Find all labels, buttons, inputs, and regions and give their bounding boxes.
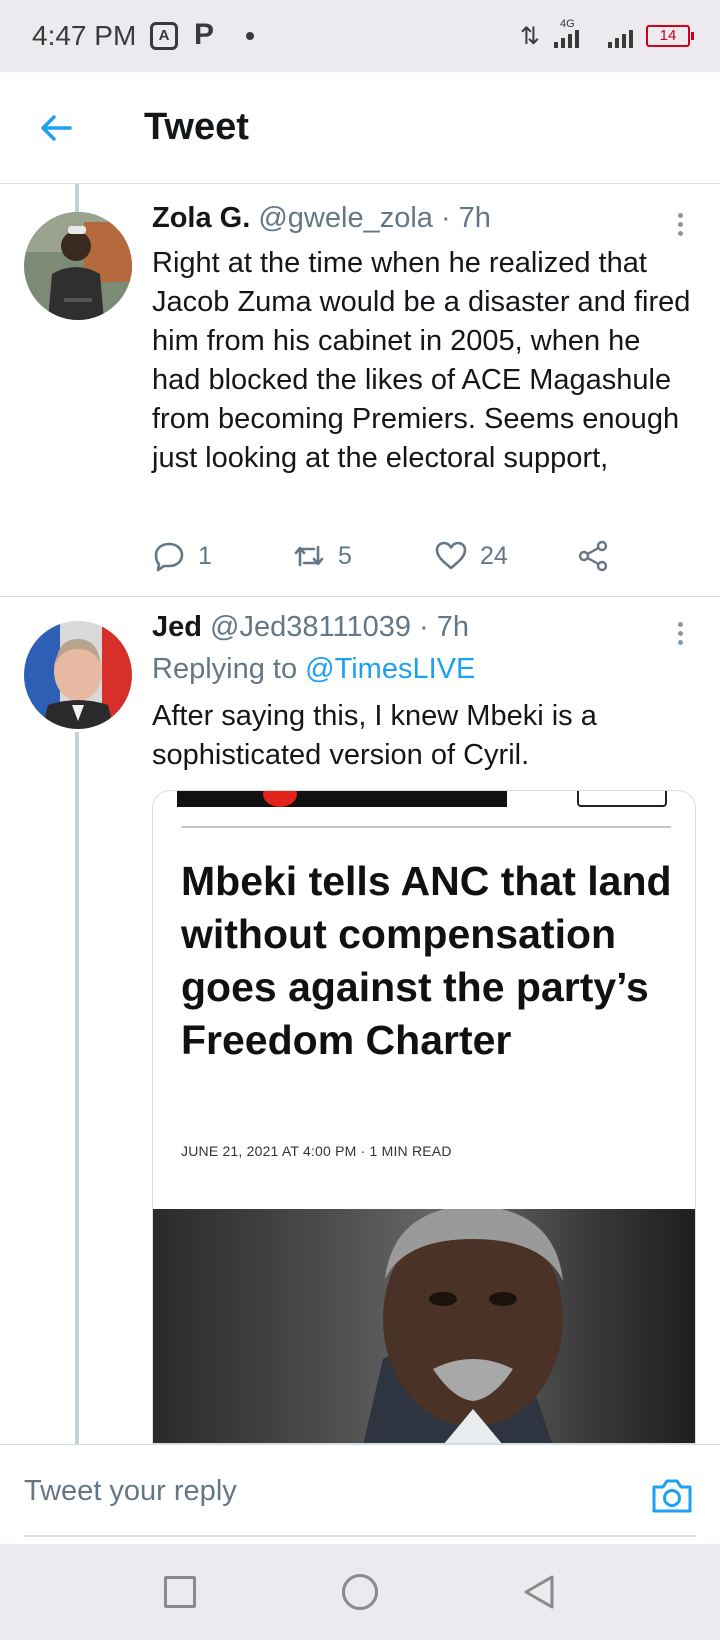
arrow-left-icon [41,115,72,141]
signal-strength-icon [608,22,636,50]
retweet-count: 5 [338,541,352,570]
author-name[interactable]: Jed [152,611,202,643]
tweet-text: Right at the time when he realized that … [152,247,691,474]
notification-app-icon: A [150,22,178,50]
publication-masthead-logo [177,791,507,807]
article-photo [153,1205,695,1443]
recent-apps-icon[interactable] [164,1576,196,1608]
status-time: 4:47 PM [32,20,137,51]
avatar[interactable] [24,621,132,729]
status-right-group: ⇅ 4G 14 [519,18,694,52]
tweet-time: · 7h [440,202,491,234]
tweet-actions: 1 5 24 [152,536,622,576]
replying-to-label: Replying to [152,653,298,685]
tweet-header: Zola G. @gwele_zola · 7h [152,202,491,235]
article-headline: Mbeki tells ANC that land without compen… [181,858,672,1063]
page-title: Tweet [144,106,249,148]
avatar[interactable] [24,212,132,320]
more-options-icon[interactable] [672,210,688,242]
heart-icon [435,541,467,570]
like-count: 24 [480,541,508,570]
replying-to-handle[interactable]: @TimesLIVE [305,653,475,685]
system-nav-bar [0,1544,720,1640]
reply-icon [154,542,184,572]
replying-to: Replying to @TimesLIVE [152,653,475,686]
article-image-card[interactable]: Mbeki tells ANC that land without compen… [152,790,696,1444]
more-notifications-dot-icon [246,32,254,40]
status-bar: 4:47 PM A P ⇅ 4G 14 [0,0,720,72]
tweet-time: · 7h [419,611,470,643]
article-date: JUNE 21, 2021 AT 4:00 PM · 1 MIN READ [181,1143,452,1159]
home-icon[interactable] [342,1574,378,1610]
author-handle[interactable]: @Jed38111039 [210,611,411,643]
battery-level: 14 [659,27,677,44]
reply-button[interactable]: 1 [152,536,212,576]
retweet-icon [294,545,324,567]
reply-input[interactable]: Tweet your reply [24,1475,237,1508]
share-icon [578,540,608,572]
share-button[interactable] [576,536,610,576]
camera-icon [652,1479,692,1513]
network-type-label: 4G [560,18,575,30]
retweet-button[interactable]: 5 [292,536,352,576]
article-rule [181,826,671,828]
follow-button-fragment [577,791,667,807]
back-icon[interactable] [522,1574,556,1610]
tweet-zola[interactable]: Zola G. @gwele_zola · 7h Right at the ti… [0,184,720,596]
parking-app-icon: P [194,18,215,51]
more-options-icon[interactable] [672,619,688,651]
author-name[interactable]: Zola G. [152,202,250,234]
battery-icon: 14 [646,25,694,47]
camera-button[interactable] [650,1475,694,1515]
back-button[interactable] [36,108,76,148]
app-header: Tweet [0,72,720,184]
author-handle[interactable]: @gwele_zola [258,202,433,234]
data-transfer-icon: ⇅ [519,22,540,50]
like-button[interactable]: 24 [434,536,508,576]
reply-underline [24,1535,696,1537]
tweet-text: After saying this, I knew Mbeki is a sop… [152,700,597,771]
signal-4g-icon: 4G [550,18,598,50]
tweet-header: Jed @Jed38111039 · 7h [152,611,469,644]
reply-count: 1 [198,541,212,570]
reply-composer: Tweet your reply [0,1444,720,1544]
